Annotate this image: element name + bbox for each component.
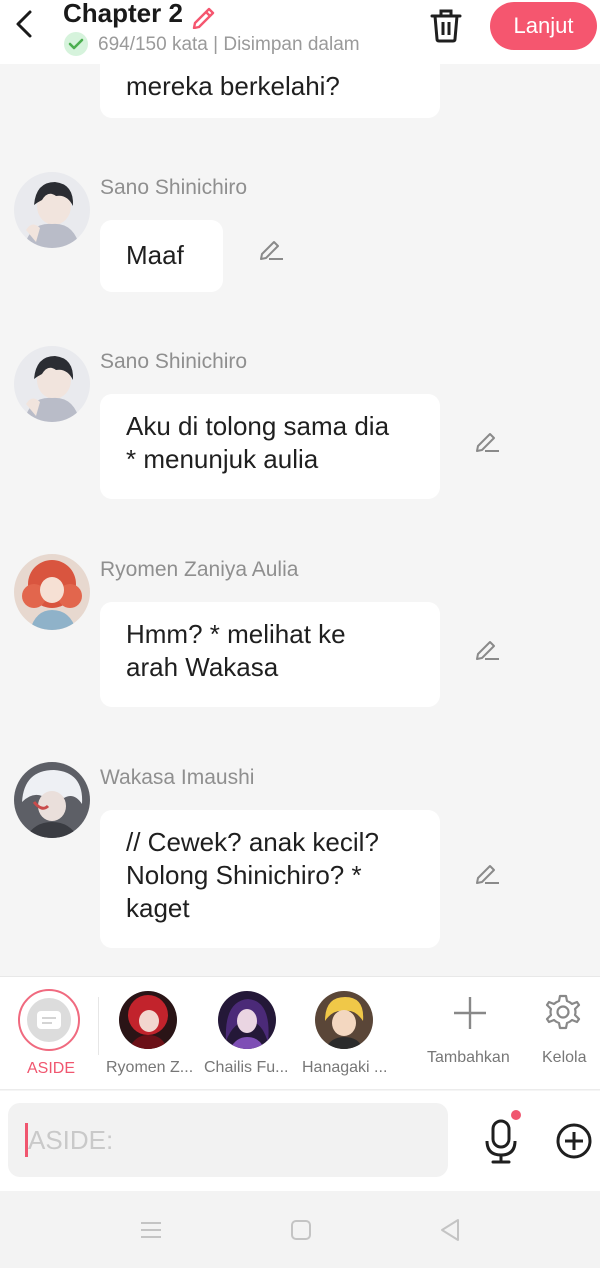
- plus-circle-icon[interactable]: [555, 1122, 593, 1160]
- sender-name: Ryomen Zaniya Aulia: [100, 558, 299, 581]
- message-text: Aku di tolong sama dia: [126, 411, 390, 441]
- message-icon: [27, 998, 71, 1042]
- message-text: mereka berkelahi?: [126, 71, 340, 101]
- add-character-label: Tambahkan: [427, 1049, 510, 1066]
- pencil-icon[interactable]: [191, 1, 219, 29]
- pencil-icon[interactable]: [473, 426, 501, 454]
- message-text: Maaf: [126, 240, 184, 270]
- trash-icon[interactable]: [428, 6, 464, 44]
- gear-icon: [545, 994, 581, 1030]
- character-aside[interactable]: ASIDE: [0, 977, 98, 1091]
- divider: [98, 997, 99, 1055]
- microphone-icon[interactable]: [481, 1117, 521, 1165]
- plus-icon: [454, 997, 486, 1029]
- sender-name: Sano Shinichiro: [100, 350, 248, 373]
- notification-dot: [511, 1110, 521, 1120]
- chat-area[interactable]: mereka berkelahi? Sano Shinichiro Maaf S…: [0, 0, 600, 976]
- character-label: ASIDE: [27, 1060, 76, 1077]
- pencil-icon[interactable]: [473, 634, 501, 662]
- message-text: kaget: [126, 893, 190, 923]
- avatar: [218, 991, 276, 1049]
- message-bubble[interactable]: Hmm? * melihat ke arah Wakasa: [100, 602, 440, 707]
- add-character-button[interactable]: Tambahkan: [420, 977, 520, 1091]
- aside-avatar[interactable]: [18, 989, 80, 1051]
- manage-characters-label: Kelola: [542, 1049, 587, 1066]
- message-text: * menunjuk aulia: [126, 444, 319, 474]
- avatar: [315, 991, 373, 1049]
- continue-button[interactable]: Lanjut: [490, 2, 597, 50]
- top-bar: Chapter 2 694/150 kata | Disimpan dalam …: [0, 0, 600, 64]
- message-bubble[interactable]: // Cewek? anak kecil? Nolong Shinichiro?…: [100, 810, 440, 948]
- input-placeholder: ASIDE:: [28, 1125, 114, 1155]
- chapter-title[interactable]: Chapter 2: [63, 0, 183, 29]
- check-circle-icon: [64, 32, 88, 56]
- character-item[interactable]: Chailis Fu...: [198, 977, 296, 1091]
- message-text: // Cewek? anak kecil?: [126, 827, 379, 857]
- pencil-icon[interactable]: [257, 234, 285, 262]
- character-item[interactable]: Hanagaki ...: [298, 977, 394, 1091]
- chevron-left-icon[interactable]: [10, 6, 40, 42]
- avatar-wakasa-imaushi[interactable]: [14, 762, 90, 838]
- message-bubble[interactable]: Aku di tolong sama dia * menunjuk aulia: [100, 394, 440, 499]
- manage-characters-button[interactable]: Kelola: [530, 977, 598, 1091]
- message-text: arah Wakasa: [126, 652, 279, 682]
- character-item[interactable]: Ryomen Z...: [100, 977, 196, 1091]
- message-bubble[interactable]: Maaf: [100, 220, 223, 292]
- message-text: Nolong Shinichiro? *: [126, 860, 362, 890]
- avatar-ryomen-zaniya-aulia[interactable]: [14, 554, 90, 630]
- input-bar: ASIDE:: [0, 1091, 600, 1191]
- system-nav-bar: [0, 1191, 600, 1268]
- character-label: Chailis Fu...: [204, 1059, 289, 1076]
- home-icon[interactable]: [288, 1217, 314, 1243]
- character-bar: ASIDE Ryomen Z... Chailis Fu... Hanagaki…: [0, 976, 600, 1090]
- pencil-icon[interactable]: [473, 858, 501, 886]
- sender-name: Sano Shinichiro: [100, 176, 248, 199]
- character-label: Ryomen Z...: [106, 1059, 194, 1076]
- sender-name: Wakasa Imaushi: [100, 766, 255, 789]
- word-count-status: 694/150 kata | Disimpan dalam: [98, 34, 360, 55]
- avatar: [119, 991, 177, 1049]
- message-input[interactable]: ASIDE:: [8, 1103, 448, 1177]
- avatar-sano-shinichiro[interactable]: [14, 346, 90, 422]
- menu-icon[interactable]: [138, 1217, 164, 1243]
- back-triangle-icon[interactable]: [437, 1217, 463, 1243]
- avatar-sano-shinichiro[interactable]: [14, 172, 90, 248]
- character-label: Hanagaki ...: [302, 1059, 388, 1076]
- message-text: Hmm? * melihat ke: [126, 619, 346, 649]
